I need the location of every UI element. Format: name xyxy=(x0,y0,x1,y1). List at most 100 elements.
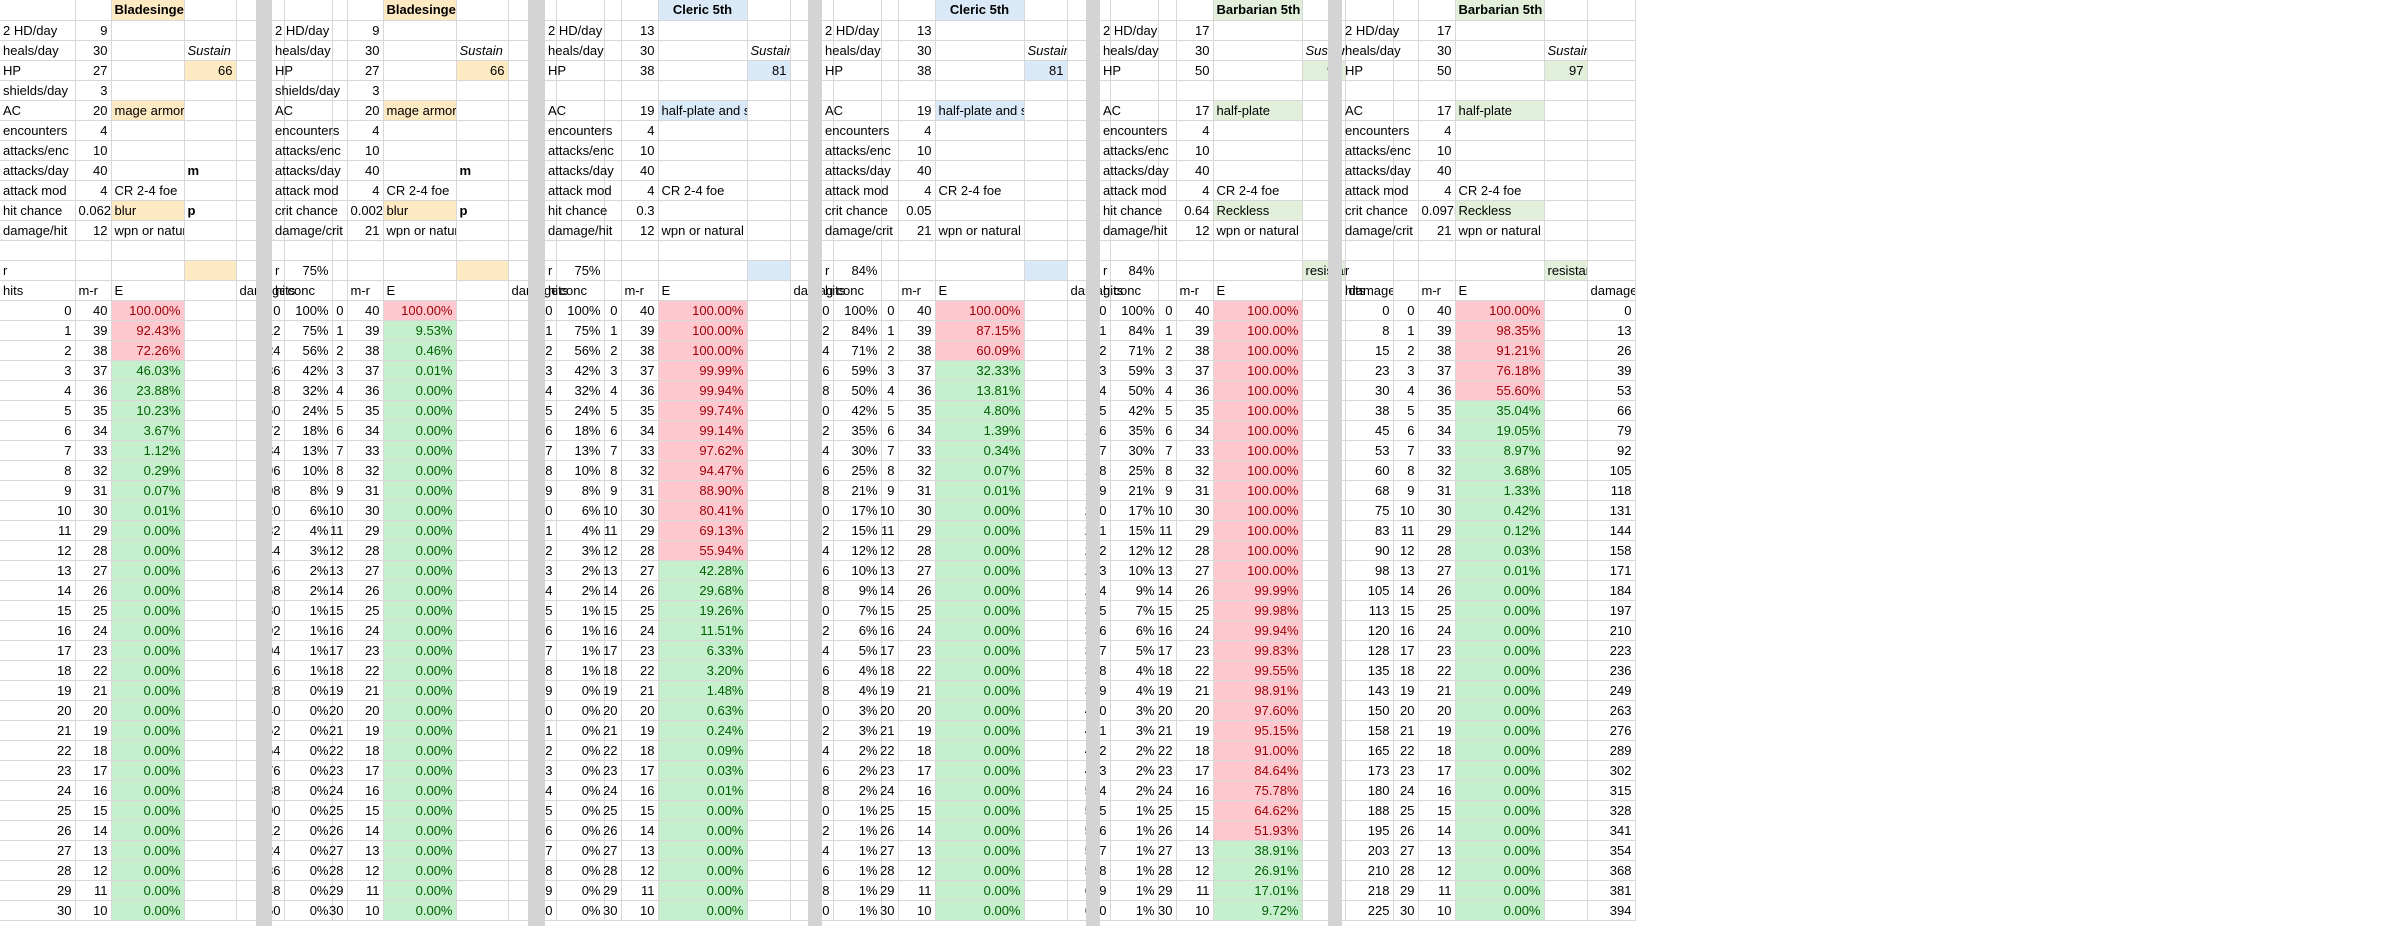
m-r-cell[interactable]: 27 xyxy=(621,560,659,581)
param-value[interactable]: 27 xyxy=(347,60,384,81)
empty-cell[interactable] xyxy=(1342,240,1419,261)
param-label[interactable]: attacks/enc xyxy=(1342,140,1419,161)
m-r-cell[interactable]: 16 xyxy=(75,780,112,801)
m-r-cell[interactable]: 14 xyxy=(1418,820,1456,841)
blank-cell[interactable] xyxy=(747,580,791,601)
param-note[interactable]: wpn or natural xyxy=(658,220,748,241)
blank-cell[interactable] xyxy=(456,740,509,761)
empty-cell[interactable] xyxy=(1024,160,1068,181)
param-label[interactable]: attack mod xyxy=(1342,180,1419,201)
param-value[interactable]: 10 xyxy=(898,140,936,161)
m-r-cell[interactable]: 24 xyxy=(621,620,659,641)
blank-cell[interactable] xyxy=(456,660,509,681)
m-r-cell[interactable]: 36 xyxy=(898,380,936,401)
blank-cell[interactable] xyxy=(456,480,509,501)
hits-cell[interactable]: 9 xyxy=(1100,480,1177,501)
hits-cell[interactable]: 29 xyxy=(1342,880,1419,901)
m-r-cell[interactable]: 30 xyxy=(347,500,384,521)
m-r-cell[interactable]: 19 xyxy=(1176,720,1214,741)
e-cell[interactable]: 0.00% xyxy=(383,380,457,401)
hits-cell[interactable]: 30 xyxy=(822,900,899,921)
param-note[interactable]: mage armor + song xyxy=(383,100,457,121)
hits-cell[interactable]: 14 xyxy=(822,580,899,601)
e-cell[interactable]: 0.00% xyxy=(111,660,185,681)
e-cell[interactable]: 99.94% xyxy=(658,380,748,401)
blank-cell[interactable] xyxy=(747,620,791,641)
m-r-cell[interactable]: 40 xyxy=(898,300,936,321)
param-label[interactable]: crit chance xyxy=(822,200,899,221)
param-label[interactable]: hit chance xyxy=(545,200,622,221)
hits-cell[interactable]: 9 xyxy=(545,480,622,501)
empty-cell[interactable] xyxy=(0,240,76,261)
hits-cell[interactable]: 0 xyxy=(0,300,76,321)
param-note[interactable] xyxy=(383,60,457,81)
m-r-cell[interactable]: 13 xyxy=(1176,840,1214,861)
blank-cell[interactable] xyxy=(184,580,237,601)
m-r-cell[interactable]: 20 xyxy=(1176,700,1214,721)
blank-cell[interactable] xyxy=(1024,700,1068,721)
m-r-cell[interactable]: 18 xyxy=(1176,740,1214,761)
param-label[interactable]: attacks/day xyxy=(545,160,622,181)
blank-cell[interactable] xyxy=(747,560,791,581)
param-label[interactable]: heals/day xyxy=(545,40,622,61)
blank-cell[interactable] xyxy=(456,700,509,721)
damage-cell[interactable]: 341 xyxy=(1587,820,1636,841)
hits-cell[interactable]: 1 xyxy=(545,320,622,341)
param-note[interactable]: CR 2-4 foe xyxy=(1455,180,1545,201)
param-label[interactable]: AC xyxy=(1100,100,1177,121)
m-r-cell[interactable]: 34 xyxy=(347,420,384,441)
hits-cell[interactable]: 16 xyxy=(0,620,76,641)
blank-cell[interactable] xyxy=(184,880,237,901)
empty-cell[interactable] xyxy=(747,120,791,141)
hits-cell[interactable]: 2 xyxy=(822,340,899,361)
param-value[interactable]: 50 xyxy=(1176,60,1214,81)
param-note[interactable] xyxy=(935,60,1025,81)
m-r-cell[interactable]: 35 xyxy=(898,400,936,421)
e-cell[interactable]: 0.00% xyxy=(383,860,457,881)
param-value[interactable]: 40 xyxy=(898,160,936,181)
hits-cell[interactable]: 5 xyxy=(0,400,76,421)
damage-cell[interactable]: 197 xyxy=(1587,600,1636,621)
param-extra[interactable]: 81 xyxy=(747,60,791,81)
empty-cell[interactable] xyxy=(1544,160,1588,181)
hits-cell[interactable]: 20 xyxy=(545,700,622,721)
hits-cell[interactable]: 25 xyxy=(822,800,899,821)
param-value[interactable]: 4 xyxy=(347,120,384,141)
m-r-cell[interactable]: 40 xyxy=(621,300,659,321)
param-note[interactable] xyxy=(1455,140,1545,161)
blank-cell[interactable] xyxy=(456,400,509,421)
empty-cell[interactable] xyxy=(1024,180,1068,201)
m-r-cell[interactable]: 34 xyxy=(898,420,936,441)
e-cell[interactable]: 0.00% xyxy=(658,800,748,821)
m-r-cell[interactable]: 36 xyxy=(75,380,112,401)
hits-cell[interactable]: 9 xyxy=(272,480,348,501)
param-label[interactable]: crit chance xyxy=(272,200,348,221)
blank-cell[interactable] xyxy=(184,460,237,481)
hits-cell[interactable]: 25 xyxy=(0,800,76,821)
param-label[interactable]: attack mod xyxy=(0,180,76,201)
empty-cell[interactable] xyxy=(1024,200,1068,221)
m-r-cell[interactable]: 28 xyxy=(75,540,112,561)
e-cell[interactable]: 0.00% xyxy=(383,460,457,481)
m-r-cell[interactable]: 12 xyxy=(75,860,112,881)
empty-cell[interactable] xyxy=(1176,240,1214,261)
e-cell[interactable]: 0.42% xyxy=(1455,500,1545,521)
hits-cell[interactable]: 16 xyxy=(822,620,899,641)
hits-cell[interactable]: 17 xyxy=(1100,640,1177,661)
blank-cell[interactable] xyxy=(1024,800,1068,821)
e-cell[interactable]: 0.12% xyxy=(1455,520,1545,541)
hits-cell[interactable]: 24 xyxy=(1342,780,1419,801)
e-cell[interactable]: 29.68% xyxy=(658,580,748,601)
empty-cell[interactable] xyxy=(347,240,384,261)
e-cell[interactable]: 0.00% xyxy=(935,660,1025,681)
blank-cell[interactable] xyxy=(1544,900,1588,921)
m-r-cell[interactable]: 29 xyxy=(347,520,384,541)
m-r-cell[interactable]: 26 xyxy=(621,580,659,601)
m-r-cell[interactable]: 13 xyxy=(898,840,936,861)
e-cell[interactable]: 0.00% xyxy=(383,820,457,841)
m-r-cell[interactable]: 15 xyxy=(621,800,659,821)
hits-cell[interactable]: 6 xyxy=(1342,420,1419,441)
hits-cell[interactable]: 8 xyxy=(272,460,348,481)
column-header[interactable]: E xyxy=(383,280,457,301)
e-cell[interactable]: 64.62% xyxy=(1213,800,1303,821)
